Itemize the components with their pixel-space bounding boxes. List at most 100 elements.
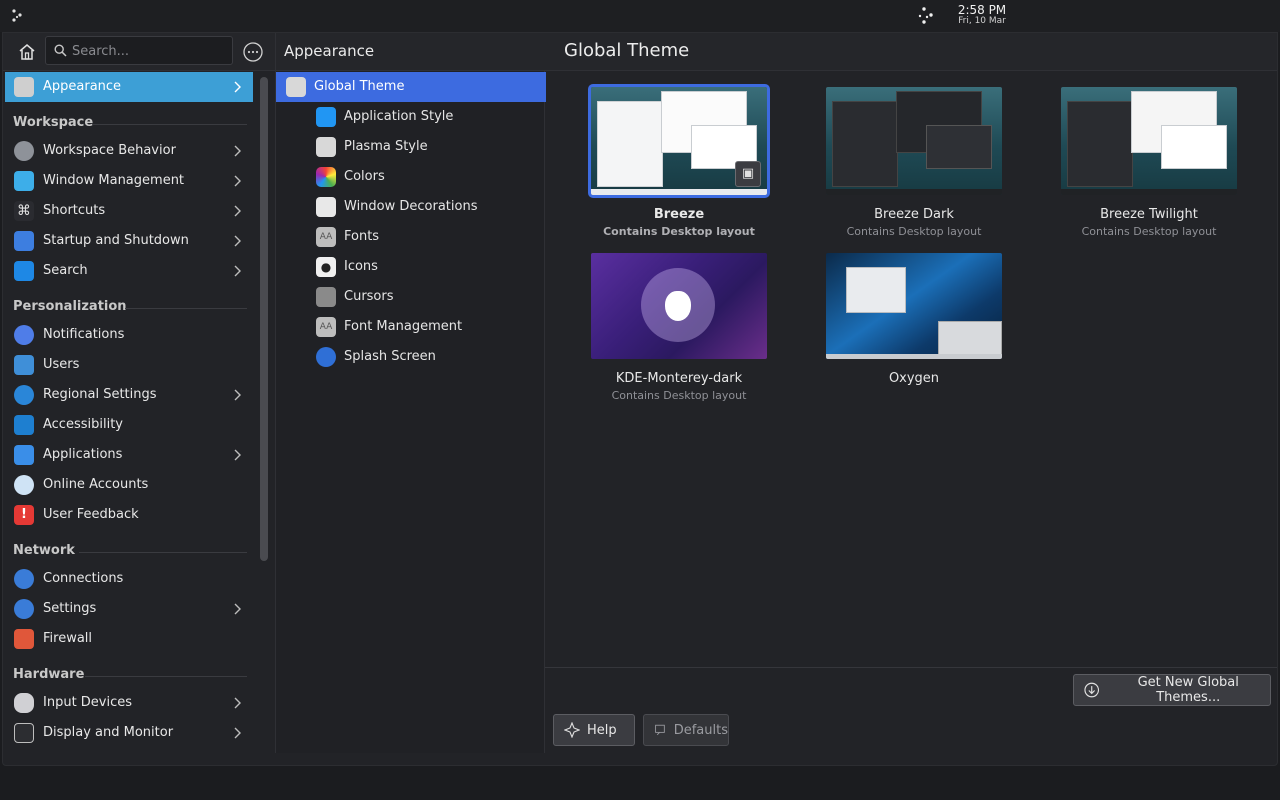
- theme-preview[interactable]: [826, 87, 1002, 195]
- startup-icon: [14, 231, 34, 251]
- sidebar-item-workspace-behavior[interactable]: Workspace Behavior: [5, 136, 253, 166]
- sidebar-item-online-accounts[interactable]: Online Accounts: [5, 470, 253, 500]
- sidebar-item-applications[interactable]: Applications: [5, 440, 253, 470]
- subcategory-splash-screen[interactable]: Splash Screen: [276, 342, 546, 372]
- sidebar-item-label: Notifications: [43, 327, 125, 342]
- theme-preview[interactable]: [1061, 87, 1237, 195]
- middle-heading: Appearance: [284, 42, 375, 60]
- theme-card-breeze[interactable]: ▣ Breeze Contains Desktop layout: [573, 84, 785, 245]
- home-button[interactable]: [14, 39, 40, 65]
- sidebar-item-label: Input Devices: [43, 695, 133, 710]
- subcategory-plasma-style[interactable]: Plasma Style: [276, 132, 546, 162]
- appearance-icon: [14, 77, 34, 97]
- sidebar-item-label: Online Accounts: [43, 477, 149, 492]
- sidebar-item-users[interactable]: Users: [5, 350, 253, 380]
- subcategory-font-management[interactable]: AA Font Management: [276, 312, 546, 342]
- help-button[interactable]: Help: [553, 714, 635, 746]
- sidebar-item-label: Settings: [43, 601, 97, 616]
- subcategory-cursors[interactable]: Cursors: [276, 282, 546, 312]
- theme-name: Oxygen: [888, 371, 940, 386]
- divider: [545, 667, 1277, 668]
- section-header-network: Network: [13, 543, 247, 558]
- theme-name: Breeze Dark: [874, 207, 954, 222]
- sidebar-item-user-feedback[interactable]: ! User Feedback: [5, 500, 253, 530]
- theme-card-oxygen[interactable]: Oxygen: [808, 251, 1020, 411]
- theme-name: Breeze: [653, 207, 705, 222]
- sidebar-item-search[interactable]: Search: [5, 256, 253, 286]
- sidebar-item-firewall[interactable]: Firewall: [5, 624, 253, 654]
- chevron-right-icon: [234, 727, 241, 739]
- icons-icon: ●: [316, 257, 336, 277]
- sidebar-item-connections[interactable]: Connections: [5, 564, 253, 594]
- subcategory-label: Application Style: [344, 109, 454, 124]
- sidebar-item-input-devices[interactable]: Input Devices: [5, 688, 253, 718]
- sidebar-item-label: Display and Monitor: [43, 725, 174, 740]
- sidebar-item-shortcuts[interactable]: ⌘ Shortcuts: [5, 196, 253, 226]
- theme-subtitle: Contains Desktop layout: [611, 389, 747, 402]
- window-decorations-icon: [316, 197, 336, 217]
- download-icon: [1084, 682, 1100, 698]
- sidebar-item-label: Startup and Shutdown: [43, 233, 189, 248]
- network-status-icon[interactable]: [916, 5, 938, 27]
- sidebar-header: [3, 33, 275, 71]
- sidebar-item-notifications[interactable]: Notifications: [5, 320, 253, 350]
- sidebar-scrollbar[interactable]: [260, 77, 268, 561]
- search-field[interactable]: [45, 36, 233, 65]
- subcategory-icons[interactable]: ● Icons: [276, 252, 546, 282]
- subcategory-label: Window Decorations: [344, 199, 478, 214]
- chevron-right-icon: [234, 697, 241, 709]
- fonts-icon: AA: [316, 227, 336, 247]
- theme-preview[interactable]: ▣: [588, 84, 770, 198]
- sidebar-item-network-settings[interactable]: Settings: [5, 594, 253, 624]
- sidebar-item-label: Window Management: [43, 173, 185, 188]
- defaults-icon: [655, 724, 665, 736]
- theme-preview[interactable]: [591, 253, 767, 359]
- system-settings-window: Appearance Workspace Workspace Behavior …: [2, 32, 1278, 766]
- firewall-icon: [14, 629, 34, 649]
- sidebar-item-display-monitor[interactable]: Display and Monitor: [5, 718, 253, 748]
- subcategory-window-decorations[interactable]: Window Decorations: [276, 192, 546, 222]
- theme-name: KDE-Monterey-dark: [615, 371, 743, 386]
- application-launcher-icon[interactable]: [8, 6, 28, 26]
- sidebar-item-accessibility[interactable]: Accessibility: [5, 410, 253, 440]
- search-settings-icon: [14, 261, 34, 281]
- search-input[interactable]: [72, 41, 227, 61]
- section-header-hardware: Hardware: [13, 667, 247, 682]
- theme-card-breeze-dark[interactable]: Breeze Dark Contains Desktop layout: [808, 85, 1020, 245]
- plasma-style-icon: [316, 137, 336, 157]
- sidebar-item-window-management[interactable]: Window Management: [5, 166, 253, 196]
- sidebar-item-label: Search: [43, 263, 88, 278]
- notifications-icon: [14, 325, 34, 345]
- sidebar-item-startup-shutdown[interactable]: Startup and Shutdown: [5, 226, 253, 256]
- sidebar-item-label: Shortcuts: [43, 203, 106, 218]
- theme-subtitle: Contains Desktop layout: [1081, 225, 1217, 238]
- page-title: Global Theme: [564, 40, 690, 61]
- theme-card-kde-monterey-dark[interactable]: KDE-Monterey-dark Contains Desktop layou…: [573, 251, 785, 411]
- more-options-icon[interactable]: [242, 41, 264, 63]
- subcategory-colors[interactable]: Colors: [276, 162, 546, 192]
- sidebar-item-label: User Feedback: [43, 507, 139, 522]
- theme-preview[interactable]: [826, 253, 1002, 359]
- sidebar-item-appearance[interactable]: Appearance: [5, 72, 253, 102]
- sidebar-item-label: Users: [43, 357, 80, 372]
- regional-icon: [14, 385, 34, 405]
- sidebar-item-label: Accessibility: [43, 417, 123, 432]
- theme-card-breeze-twilight[interactable]: Breeze Twilight Contains Desktop layout: [1043, 85, 1255, 245]
- subcategory-global-theme[interactable]: Global Theme: [276, 72, 546, 102]
- chevron-right-icon: [234, 145, 241, 157]
- subcategory-label: Global Theme: [314, 79, 405, 94]
- splash-screen-icon: [316, 347, 336, 367]
- subcategory-application-style[interactable]: Application Style: [276, 102, 546, 132]
- sidebar-item-regional-settings[interactable]: Regional Settings: [5, 380, 253, 410]
- digital-clock[interactable]: 2:58 PM Fri, 10 Mar: [952, 4, 1012, 26]
- button-label: Get New Global Themes...: [1137, 675, 1239, 705]
- get-new-global-themes-button[interactable]: Get New Global Themes...: [1073, 674, 1271, 706]
- sidebar-item-label: Regional Settings: [43, 387, 157, 402]
- defaults-button[interactable]: Defaults: [643, 714, 729, 746]
- image-preview-icon[interactable]: ▣: [735, 161, 761, 187]
- subcategory-label: Icons: [344, 259, 378, 274]
- subcategory-fonts[interactable]: AA Fonts: [276, 222, 546, 252]
- network-settings-icon: [14, 599, 34, 619]
- chevron-right-icon: [234, 205, 241, 217]
- feedback-icon: !: [14, 505, 34, 525]
